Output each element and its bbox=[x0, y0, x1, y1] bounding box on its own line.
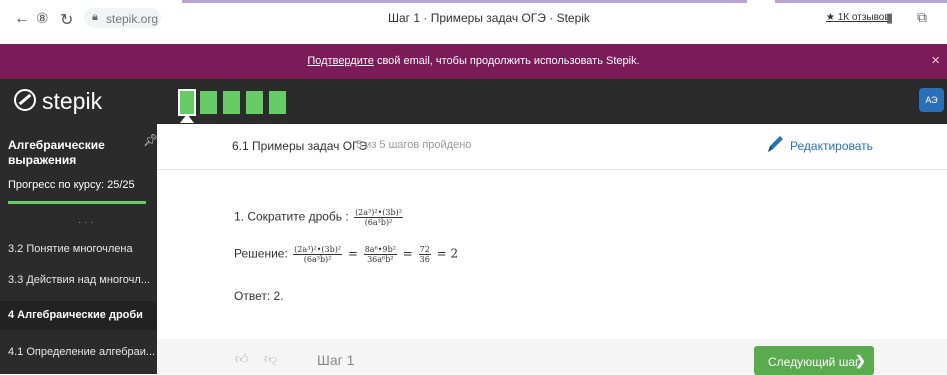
edit-button[interactable]: Редактировать bbox=[790, 139, 873, 153]
address-bar[interactable]: 🔒︎ stepik.org bbox=[84, 8, 161, 28]
fraction-numerator: 8a⁶•9b² bbox=[363, 245, 397, 255]
solution-text: Решение: (2a³)²•(3b)² (6a³b)² = 8a⁶•9b² 36… bbox=[234, 245, 458, 264]
sidebar-section-label: 4 Алгебраические дроби bbox=[8, 309, 143, 321]
answer-text: Ответ: 2. bbox=[234, 289, 284, 303]
solution-fraction-3: 72 36 bbox=[418, 245, 431, 264]
solution-fraction-2: 8a⁶•9b² 36a⁶b² bbox=[363, 245, 397, 264]
fraction-denominator: (6a³b)² bbox=[303, 255, 332, 264]
step-box-3[interactable] bbox=[221, 89, 242, 116]
sidebar-item-3-2[interactable]: 3.2 Понятие многочлена bbox=[0, 235, 157, 264]
bookmark-icon[interactable]: ▮ bbox=[886, 10, 893, 26]
solution-label: Решение: bbox=[234, 246, 292, 261]
logo-text: stepik bbox=[42, 88, 103, 114]
confirm-email-link[interactable]: Подтвердите bbox=[307, 55, 374, 67]
course-progress-fill bbox=[8, 201, 146, 204]
notice-text: свой email, чтобы продолжить использоват… bbox=[373, 55, 640, 67]
lesson-header: 6.1 Примеры задач ОГЭ 5 из 5 шагов пройд… bbox=[157, 124, 947, 170]
course-progress-bar bbox=[8, 201, 146, 204]
tab-accent bbox=[182, 0, 747, 3]
course-progress-text: Прогресс по курсу: 25/25 bbox=[8, 179, 135, 191]
page-title: Шаг 1 · Примеры задач ОГЭ · Stepik bbox=[388, 11, 590, 25]
close-icon[interactable]: × bbox=[931, 52, 940, 69]
extension-icon[interactable]: ⑧ bbox=[36, 10, 49, 27]
active-step-pointer bbox=[180, 114, 194, 123]
task-text: 1. Сократите дробь : (2a³)²•(3b)² (6a³b)² bbox=[234, 208, 405, 227]
reload-icon[interactable]: ↻ bbox=[60, 10, 73, 30]
course-title[interactable]: Алгебраические выражения bbox=[8, 138, 136, 168]
fraction-numerator: (2a³)²•(3b)² bbox=[293, 245, 343, 255]
fraction-numerator: 72 bbox=[418, 245, 431, 255]
solution-result: 2 bbox=[450, 246, 459, 261]
sidebar-item-label: 4.1 Определение алгебраи... bbox=[8, 346, 156, 358]
step-box-2[interactable] bbox=[198, 89, 219, 116]
sidebar-item-label: 3.3 Действия над многочл... bbox=[8, 274, 150, 286]
lesson-title: 6.1 Примеры задач ОГЭ bbox=[232, 139, 368, 153]
step-footer: 👍︎ 👎︎ Шаг 1 Следующий шаг ❯ bbox=[157, 339, 947, 375]
notice-message: Подтвердите свой email, чтобы продолжить… bbox=[0, 55, 947, 67]
equals-sign: = bbox=[398, 246, 417, 261]
sidebar-section-4[interactable]: 4 Алгебраические дроби bbox=[0, 301, 157, 330]
avatar[interactable]: АЭ bbox=[919, 88, 944, 112]
task-label: 1. Сократите дробь : bbox=[234, 209, 353, 224]
logo-icon bbox=[14, 89, 36, 111]
ellipsis: · · · bbox=[78, 217, 94, 228]
step-box-1[interactable] bbox=[178, 89, 196, 116]
pencil-icon[interactable] bbox=[765, 133, 785, 155]
tab-accent-2 bbox=[775, 0, 947, 3]
back-icon[interactable]: ← bbox=[14, 10, 30, 28]
pin-icon[interactable]: 📌︎ bbox=[143, 133, 158, 147]
url-text: stepik.org bbox=[106, 12, 159, 26]
task-fraction: (2a³)²•(3b)² (6a³b)² bbox=[354, 208, 403, 227]
fraction-numerator: (2a³)²•(3b)² bbox=[354, 208, 403, 218]
equals-sign: = bbox=[344, 246, 362, 261]
thumbs-down-icon[interactable]: 👎︎ bbox=[264, 351, 277, 367]
next-step-button[interactable]: Следующий шаг ❯ bbox=[754, 346, 874, 375]
step-box-5[interactable] bbox=[267, 89, 288, 116]
reviews-link[interactable]: ★ 1К отзывов bbox=[826, 12, 890, 23]
step-progress bbox=[178, 89, 288, 116]
share-icon[interactable]: ⧉ bbox=[917, 9, 927, 26]
lock-icon: 🔒︎ bbox=[92, 11, 98, 23]
stepik-logo[interactable]: stepik bbox=[14, 87, 102, 115]
step-label: Шаг 1 bbox=[317, 352, 355, 368]
lesson-content: 6.1 Примеры задач ОГЭ 5 из 5 шагов пройд… bbox=[157, 124, 947, 375]
sidebar-item-4-1[interactable]: 4.1 Определение алгебраи... bbox=[0, 338, 157, 367]
thumbs-up-icon[interactable]: 👍︎ bbox=[235, 351, 249, 367]
app-header: stepik АЭ bbox=[0, 79, 947, 124]
chevron-right-icon: ❯ bbox=[855, 353, 866, 368]
step-box-4[interactable] bbox=[244, 89, 265, 116]
lesson-progress: 5 из 5 шагов пройдено bbox=[356, 139, 472, 151]
email-notice-banner: Подтвердите свой email, чтобы продолжить… bbox=[0, 44, 947, 79]
fraction-denominator: (6a³b)² bbox=[364, 218, 393, 227]
sidebar-item-3-3[interactable]: 3.3 Действия над многочл... bbox=[0, 266, 157, 295]
browser-toolbar: ← ⑧ ↻ 🔒︎ stepik.org Шаг 1 · Примеры зада… bbox=[0, 0, 947, 38]
next-step-label: Следующий шаг bbox=[768, 355, 860, 369]
fraction-denominator: 36a⁶b² bbox=[367, 255, 394, 264]
solution-fraction-1: (2a³)²•(3b)² (6a³b)² bbox=[293, 245, 343, 264]
sidebar-item-label: 3.2 Понятие многочлена bbox=[8, 243, 133, 255]
course-sidebar: Алгебраические выражения 📌︎ Прогресс по … bbox=[0, 124, 158, 374]
equals-sign: = bbox=[432, 246, 451, 261]
fraction-denominator: 36 bbox=[419, 255, 430, 264]
